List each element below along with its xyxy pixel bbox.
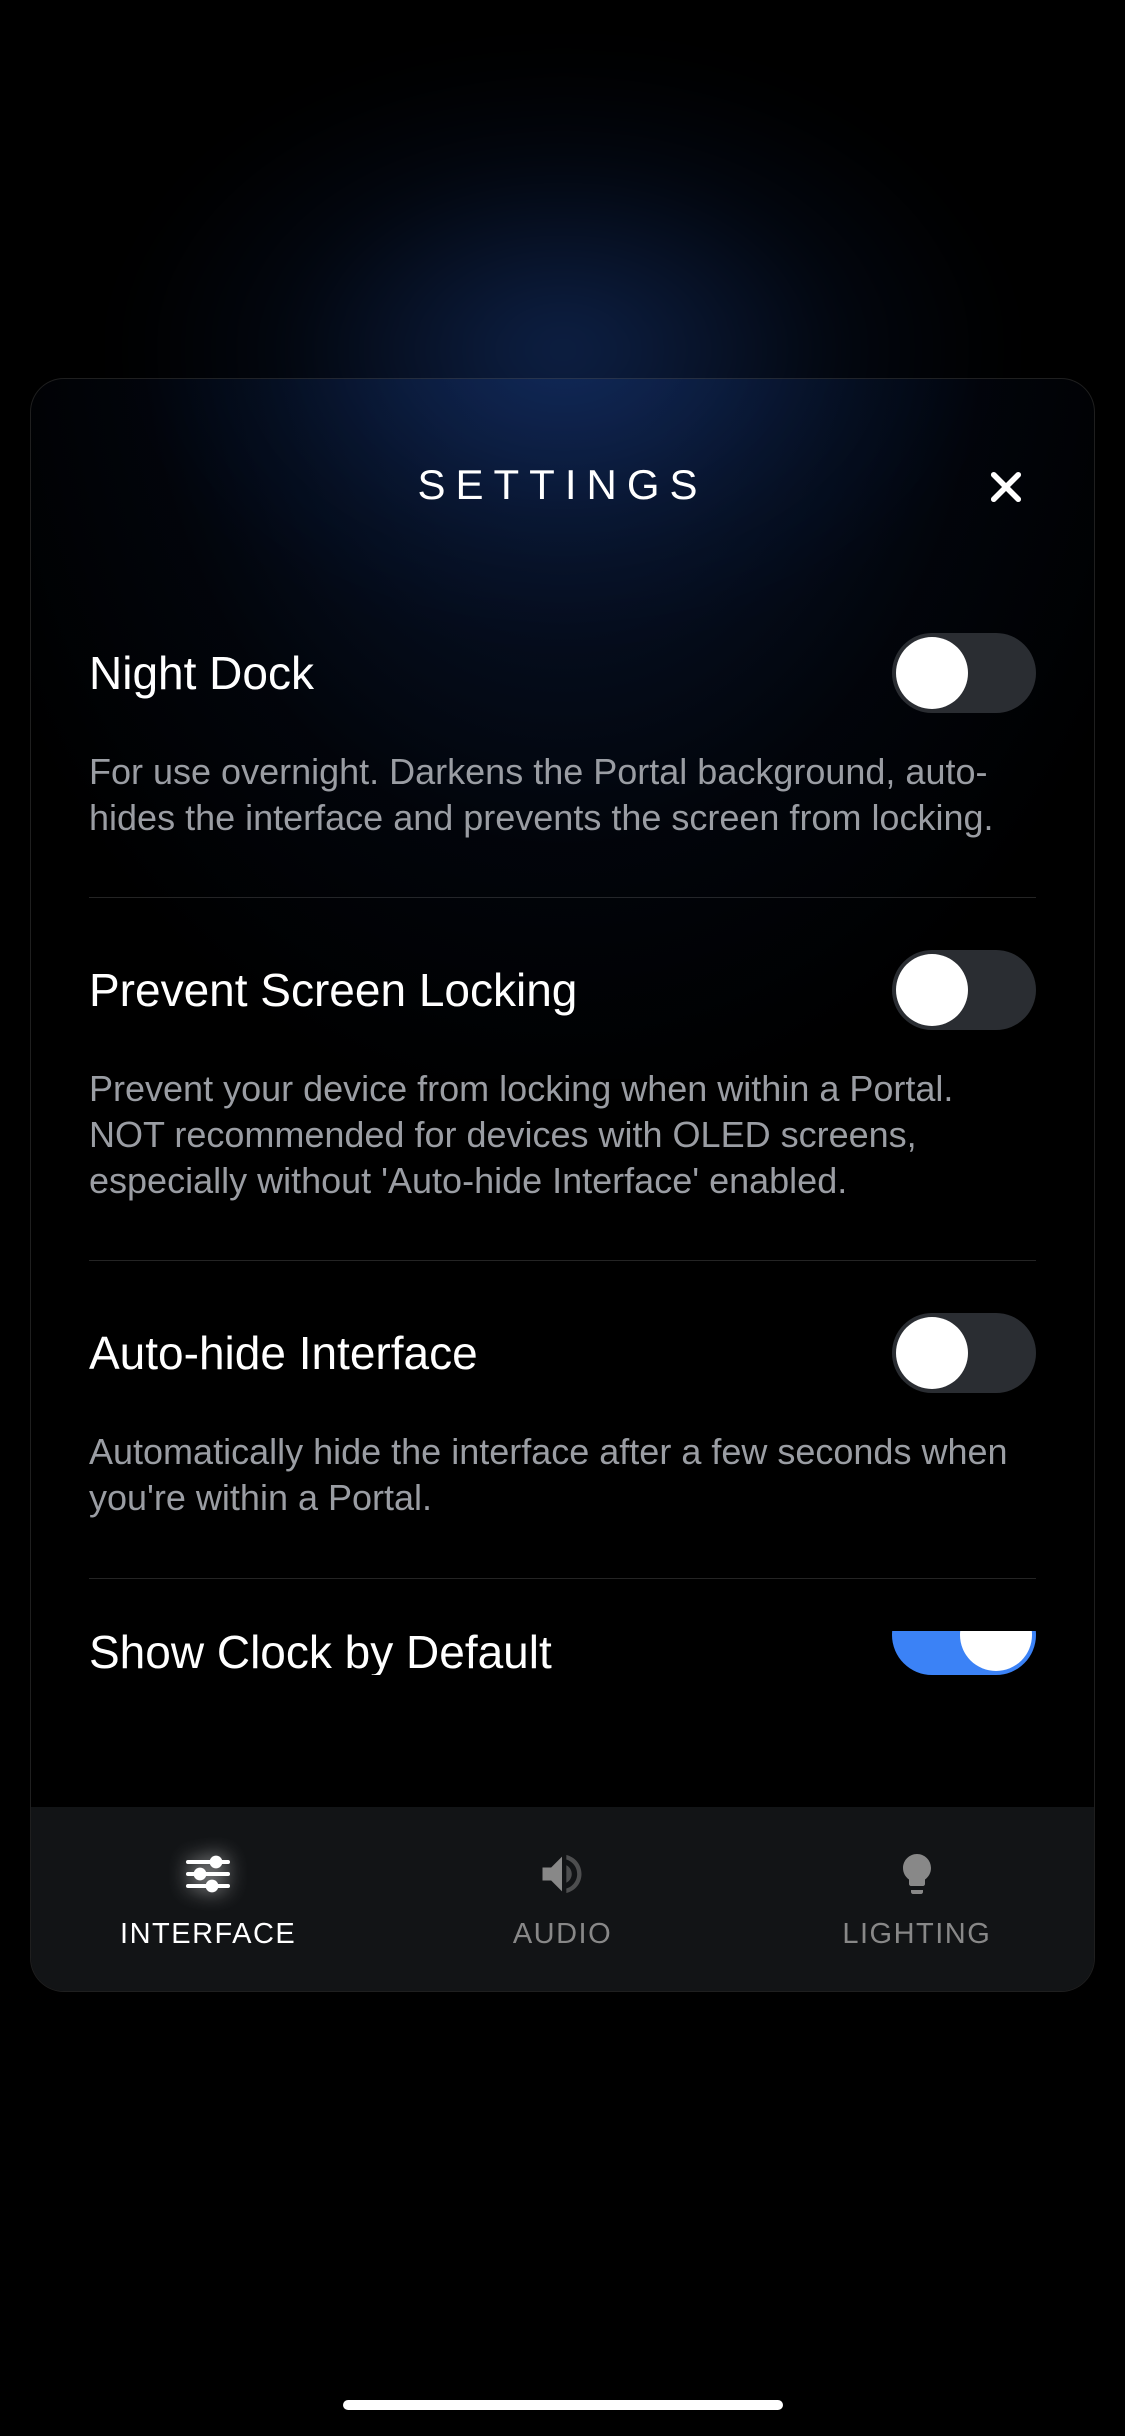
setting-title: Show Clock by Default [89, 1631, 552, 1675]
setting-item-show-clock-by-default: Show Clock by Default [89, 1579, 1036, 1731]
setting-description: For use overnight. Darkens the Portal ba… [89, 749, 1009, 841]
sliders-icon [182, 1848, 234, 1900]
settings-list: Night Dock For use overnight. Darkens th… [31, 581, 1094, 1811]
tab-label: AUDIO [513, 1918, 612, 1951]
toggle-prevent-screen-locking[interactable] [892, 950, 1036, 1030]
tab-label: LIGHTING [842, 1918, 991, 1951]
close-icon [985, 466, 1027, 508]
toggle-auto-hide-interface[interactable] [892, 1313, 1036, 1393]
tab-label: INTERFACE [120, 1918, 296, 1951]
setting-title: Prevent Screen Locking [89, 963, 577, 1017]
toggle-night-dock[interactable] [892, 633, 1036, 713]
setting-item-night-dock: Night Dock For use overnight. Darkens th… [89, 581, 1036, 898]
tab-audio[interactable]: AUDIO [385, 1848, 739, 1951]
panel-title: SETTINGS [417, 461, 707, 509]
tab-lighting[interactable]: LIGHTING [740, 1848, 1094, 1951]
tab-interface[interactable]: INTERFACE [31, 1848, 385, 1951]
setting-title: Night Dock [89, 646, 314, 700]
lightbulb-icon [891, 1848, 943, 1900]
home-indicator[interactable] [343, 2400, 783, 2410]
toggle-show-clock-by-default[interactable] [892, 1631, 1036, 1675]
setting-item-auto-hide-interface: Auto-hide Interface Automatically hide t… [89, 1261, 1036, 1578]
setting-description: Prevent your device from locking when wi… [89, 1066, 1009, 1204]
panel-header: SETTINGS [31, 379, 1094, 581]
setting-description: Automatically hide the interface after a… [89, 1429, 1009, 1521]
setting-item-prevent-screen-locking: Prevent Screen Locking Prevent your devi… [89, 898, 1036, 1261]
speaker-icon [536, 1848, 588, 1900]
setting-title: Auto-hide Interface [89, 1326, 478, 1380]
bottom-tabs: INTERFACE AUDIO LIGHTING [31, 1807, 1094, 1991]
settings-panel: SETTINGS Night Dock For use overnight. D… [30, 378, 1095, 1992]
close-button[interactable] [982, 463, 1030, 511]
